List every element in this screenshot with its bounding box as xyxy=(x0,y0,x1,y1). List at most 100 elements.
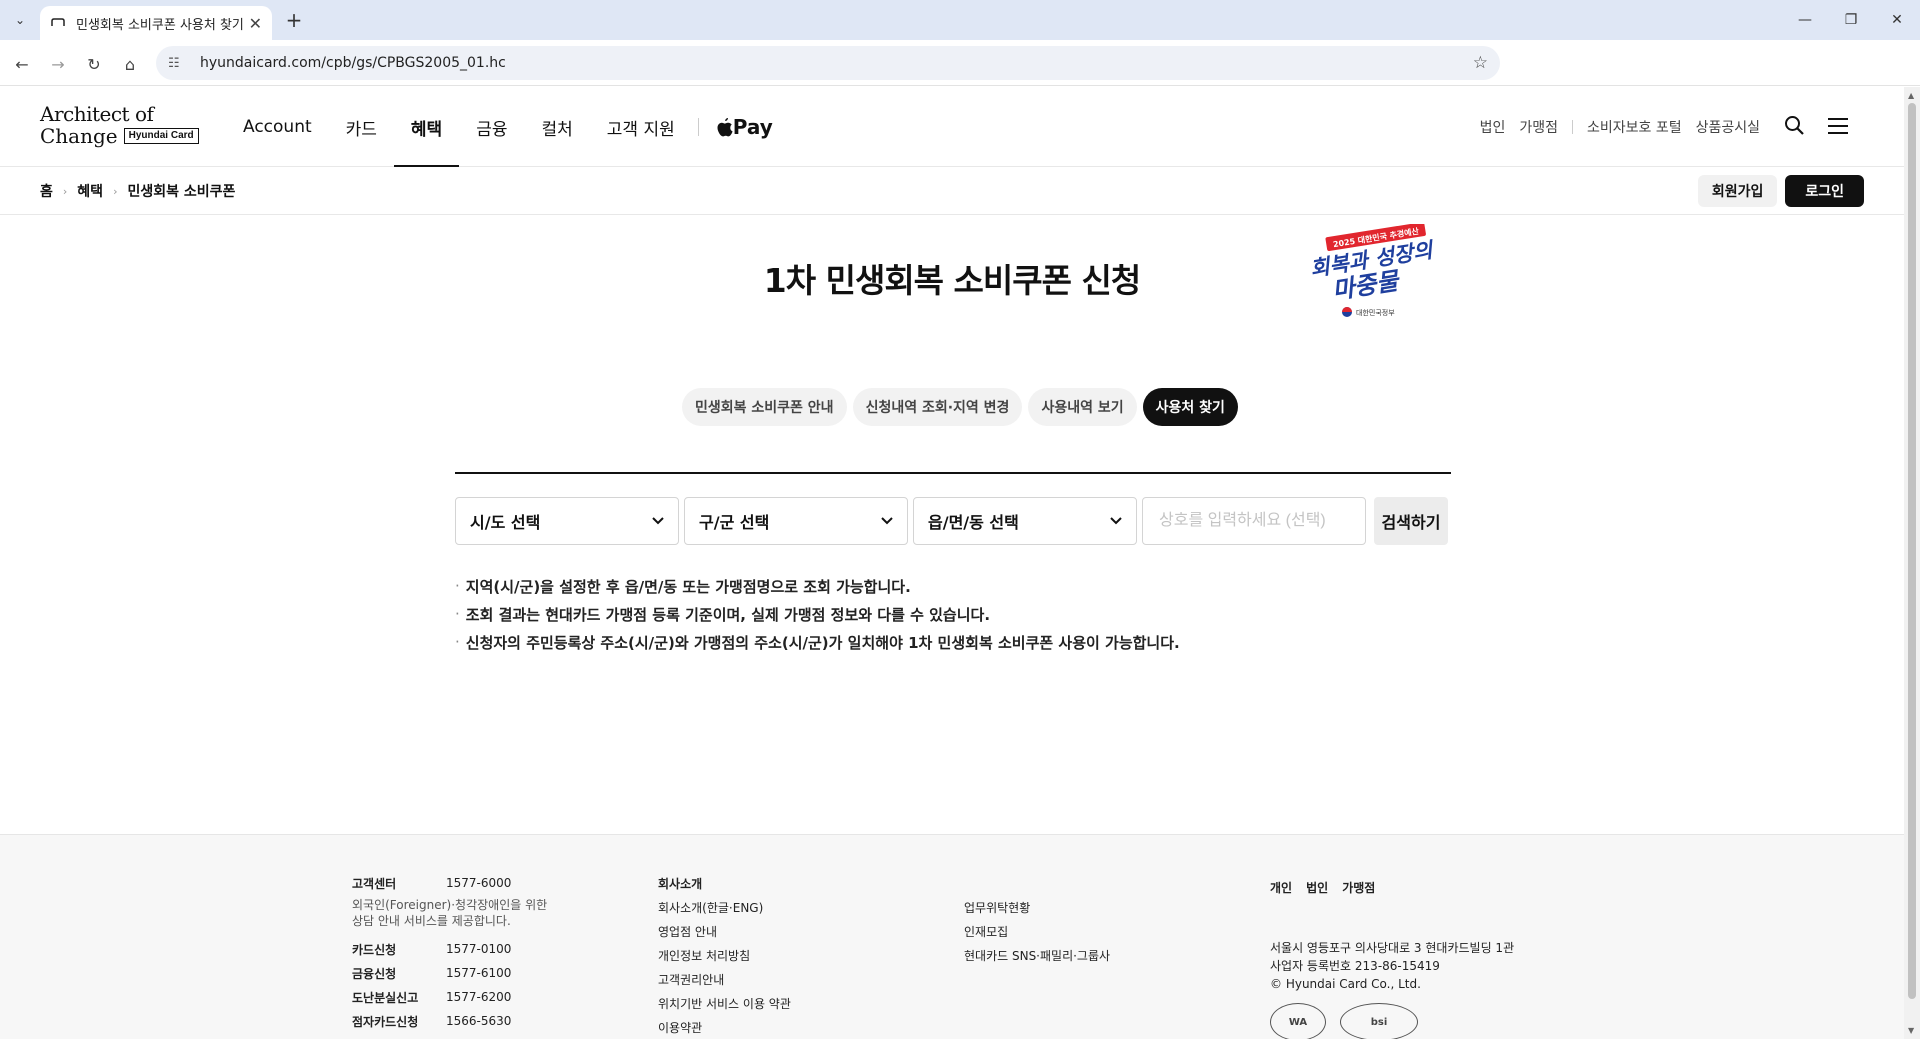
scrollbar-thumb[interactable] xyxy=(1908,103,1916,999)
util-corporate[interactable]: 법인 xyxy=(1480,117,1506,137)
breadcrumb-benefit[interactable]: 혜택 xyxy=(77,181,103,201)
plus-icon[interactable]: + xyxy=(282,8,306,32)
dong-select[interactable]: 읍/면/동 선택 xyxy=(913,497,1137,545)
section-divider xyxy=(455,472,1451,474)
contact-value[interactable]: 1577-6100 xyxy=(446,966,511,980)
page-scrollbar[interactable]: ▲ ▼ xyxy=(1904,87,1920,1039)
apple-pay-label: Pay xyxy=(732,115,773,139)
footer-link[interactable]: 회사소개(한글·ENG) xyxy=(658,895,918,919)
footer-link[interactable]: 업무위탁현황 xyxy=(964,895,1224,919)
search-icon[interactable] xyxy=(1784,115,1804,140)
footer-link[interactable]: 인재모집 xyxy=(964,919,1224,943)
footer-other-links: 업무위탁현황 인재모집 현대카드 SNS·패밀리·그룹사 xyxy=(964,895,1224,967)
chevron-down-icon xyxy=(1110,514,1122,528)
util-consumer-portal[interactable]: 소비자보호 포털 xyxy=(1587,117,1682,137)
footer-link[interactable]: 고객권리안내 xyxy=(658,967,918,991)
close-window-icon[interactable]: ✕ xyxy=(1874,0,1920,40)
footer-link[interactable]: 현대카드 SNS·패밀리·그룹사 xyxy=(964,943,1224,967)
utility-nav: 법인 가맹점 소비자보호 포털 상품공시실 xyxy=(1466,87,1848,167)
coupon-tabs: 민생회복 소비쿠폰 안내 신청내역 조회·지역 변경 사용내역 보기 사용처 찾… xyxy=(682,388,1244,426)
company-heading: 회사소개 xyxy=(658,876,703,891)
copyright: © Hyundai Card Co., Ltd. xyxy=(1270,977,1421,991)
browser-tab-active[interactable]: 민생회복 소비쿠폰 사용처 찾기 ✕ xyxy=(40,6,272,40)
close-icon[interactable]: ✕ xyxy=(249,14,262,33)
browser-tab-strip: ⌄ 민생회복 소비쿠폰 사용처 찾기 ✕ + — ❐ ✕ xyxy=(0,0,1920,40)
nav-benefit[interactable]: 혜택 xyxy=(393,87,460,167)
footer-link[interactable]: 개인정보 처리방침 xyxy=(658,943,918,967)
restore-icon[interactable]: ❐ xyxy=(1828,0,1874,40)
tab-find-merchant[interactable]: 사용처 찾기 xyxy=(1142,388,1238,426)
company-address-block: 서울시 영등포구 의사당대로 3 현대카드빌딩 1관 사업자 등록번호 213-… xyxy=(1270,939,1570,993)
note-item: 신청자의 주민등록상 주소(시/군)와 가맹점의 주소(시/군)가 일치해야 1… xyxy=(455,628,1180,656)
foreigner-note: 외국인(Foreigner)·청각장애인을 위한 상담 안내 서비스를 제공합니… xyxy=(352,897,612,929)
logo-line1: Architect of xyxy=(40,102,154,126)
reload-icon[interactable]: ↻ xyxy=(80,50,108,78)
note-item: 조회 결과는 현대카드 가맹점 등록 기준이며, 실제 가맹점 정보와 다를 수… xyxy=(455,600,1180,628)
nav-card[interactable]: 카드 xyxy=(329,87,394,167)
main-nav: Account 카드 혜택 금융 컬처 고객 지원 Pay xyxy=(226,87,785,167)
breadcrumb-home[interactable]: 홈 xyxy=(40,181,53,201)
nav-finance[interactable]: 금융 xyxy=(459,87,524,167)
login-button[interactable]: 로그인 xyxy=(1785,175,1864,207)
search-button[interactable]: 검색하기 xyxy=(1374,497,1448,545)
chevron-right-icon: › xyxy=(113,184,118,198)
address-bar: ← → ↻ ⌂ ☷ hyundaicard.com/cpb/gs/CPBGS20… xyxy=(0,40,1920,86)
arrow-left-icon[interactable]: ← xyxy=(8,50,36,78)
foreigner-note-line1: 외국인(Foreigner)·청각장애인을 위한 xyxy=(352,898,548,912)
footer-link[interactable]: 위치기반 서비스 이용 약관 xyxy=(658,991,918,1015)
nav-culture[interactable]: 컬처 xyxy=(524,87,589,167)
url-text[interactable]: hyundaicard.com/cpb/gs/CPBGS2005_01.hc xyxy=(200,55,1473,71)
minimize-icon[interactable]: — xyxy=(1782,0,1828,40)
footer-link[interactable]: 영업점 안내 xyxy=(658,919,918,943)
site-header: Architect of Change Hyundai Card Account … xyxy=(0,87,1904,167)
contact-value[interactable]: 1566-5630 xyxy=(446,1014,511,1028)
contact-label: 카드신청 xyxy=(352,942,397,957)
nav-account[interactable]: Account xyxy=(226,87,329,167)
contact-label: 금융신청 xyxy=(352,966,397,981)
util-divider xyxy=(1571,120,1573,134)
contact-value[interactable]: 1577-6200 xyxy=(446,990,511,1004)
site-footer: 고객센터 1577-6000 외국인(Foreigner)·청각장애인을 위한 … xyxy=(0,834,1904,1039)
tab-title: 민생회복 소비쿠폰 사용처 찾기 xyxy=(76,17,243,33)
home-icon[interactable]: ⌂ xyxy=(116,50,144,78)
util-disclosure[interactable]: 상품공시실 xyxy=(1696,117,1760,137)
tab-application-lookup[interactable]: 신청내역 조회·지역 변경 xyxy=(852,388,1023,426)
nav-divider xyxy=(697,118,699,136)
tab-usage-history[interactable]: 사용내역 보기 xyxy=(1028,388,1137,426)
hyundai-card-logo[interactable]: Architect of Change Hyundai Card xyxy=(40,103,200,151)
contact-value[interactable]: 1577-6000 xyxy=(446,876,511,890)
scroll-up-icon[interactable]: ▲ xyxy=(1908,91,1914,100)
scroll-down-icon[interactable]: ▼ xyxy=(1908,1026,1914,1035)
gugun-select-value: 구/군 선택 xyxy=(699,513,770,532)
sido-select[interactable]: 시/도 선택 xyxy=(455,497,679,545)
segment-personal[interactable]: 개인 xyxy=(1270,879,1292,896)
tab-coupon-guide[interactable]: 민생회복 소비쿠폰 안내 xyxy=(682,388,847,426)
wa-certification-badge: WA xyxy=(1270,1003,1326,1039)
tune-icon[interactable]: ☷ xyxy=(168,56,188,71)
util-merchant[interactable]: 가맹점 xyxy=(1519,117,1558,137)
segment-merchant[interactable]: 가맹점 xyxy=(1342,879,1375,896)
breadcrumb: 홈 › 혜택 › 민생회복 소비쿠폰 xyxy=(40,181,235,201)
foreigner-note-line2: 상담 안내 서비스를 제공합니다. xyxy=(352,914,511,928)
nav-support[interactable]: 고객 지원 xyxy=(590,87,692,167)
breadcrumb-current[interactable]: 민생회복 소비쿠폰 xyxy=(127,181,235,201)
hamburger-menu-icon[interactable] xyxy=(1828,115,1848,139)
apple-icon xyxy=(717,117,733,136)
page-title: 1차 민생회복 소비쿠폰 신청 xyxy=(763,261,1141,300)
shop-name-input[interactable] xyxy=(1142,497,1366,545)
segment-corporate[interactable]: 법인 xyxy=(1306,879,1328,896)
footer-contacts: 고객센터 1577-6000 외국인(Foreigner)·청각장애인을 위한 … xyxy=(352,871,612,1033)
footer-company-links: 회사소개 회사소개(한글·ENG) 영업점 안내 개인정보 처리방침 고객권리안… xyxy=(658,871,918,1039)
contact-label: 도난분실신고 xyxy=(352,990,419,1005)
search-notes: 지역(시/군)을 설정한 후 읍/면/동 또는 가맹점명으로 조회 가능합니다.… xyxy=(455,572,1180,656)
gugun-select[interactable]: 구/군 선택 xyxy=(684,497,908,545)
url-field[interactable]: ☷ hyundaicard.com/cpb/gs/CPBGS2005_01.hc… xyxy=(156,46,1500,80)
star-icon[interactable]: ☆ xyxy=(1473,53,1488,73)
nav-apple-pay[interactable]: Pay xyxy=(705,115,785,139)
footer-link[interactable]: 이용약관 xyxy=(658,1015,918,1039)
tab-search-chevron-down-icon[interactable]: ⌄ xyxy=(8,8,32,32)
contact-value[interactable]: 1577-0100 xyxy=(446,942,511,956)
arrow-right-icon[interactable]: → xyxy=(44,50,72,78)
signup-button[interactable]: 회원가입 xyxy=(1697,175,1778,207)
contact-label: 고객센터 xyxy=(352,876,397,891)
